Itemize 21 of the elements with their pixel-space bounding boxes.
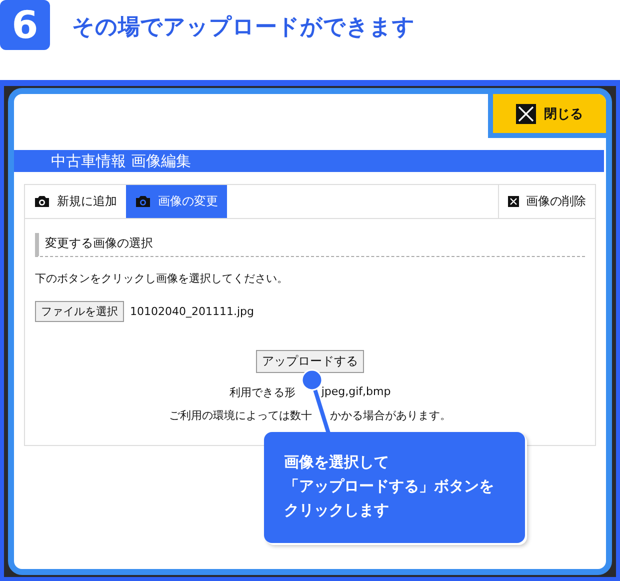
- close-icon: [516, 104, 536, 124]
- delete-icon: [508, 196, 519, 207]
- close-button[interactable]: 閉じる: [488, 94, 606, 138]
- callout-line: クリックします: [284, 500, 389, 521]
- callout-line: 画像を選択して: [284, 452, 389, 473]
- upload-button[interactable]: アップロードする: [256, 350, 364, 373]
- note-text: かかる場合があります。: [330, 408, 451, 423]
- step-title: その場でアップロードができます: [72, 14, 415, 42]
- instruction-text: 下のボタンをクリックし画像を選択してください。: [35, 271, 289, 286]
- note-text: ご利用の環境によっては数十: [169, 408, 312, 423]
- file-name: 10102040_201111.jpg: [130, 305, 254, 318]
- camera-icon: [34, 195, 50, 208]
- formats-text: 利用できる形: [229, 385, 296, 400]
- section-heading: 変更する画像の選択: [35, 233, 585, 257]
- dialog-title: 中古車情報 画像編集: [51, 152, 191, 170]
- formats-text: jpeg,gif,bmp: [321, 385, 391, 400]
- callout-line: 「アップロードする」ボタンを: [284, 476, 494, 497]
- step-number: 6: [0, 0, 50, 50]
- camera-icon: [135, 195, 151, 208]
- tab[interactable]: 画像の変更: [126, 185, 227, 218]
- choose-file-button[interactable]: ファイルを選択: [35, 301, 124, 322]
